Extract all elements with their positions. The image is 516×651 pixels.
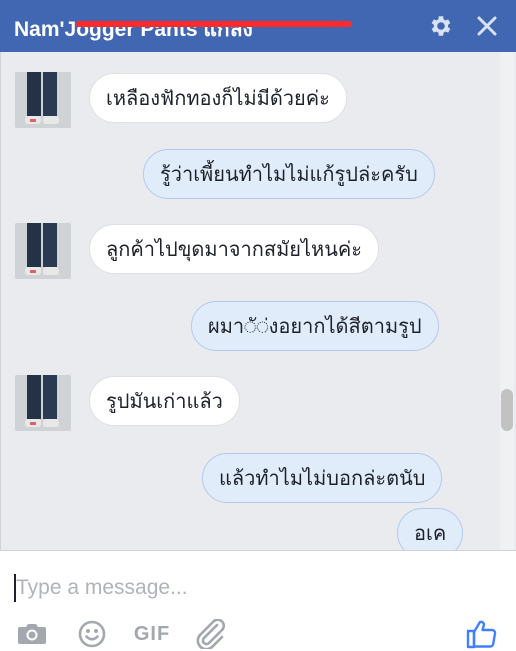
attachment-icon[interactable] [194,619,228,649]
emoji-icon[interactable] [76,619,108,649]
composer: GIF [0,550,516,651]
message-input[interactable] [16,571,456,605]
chat-title[interactable]: Nam'Jogger Pants แกลง [14,13,253,46]
message-bubble-outgoing: แล้วทำไมไม่บอกล่ะตนับ [202,453,443,503]
avatar[interactable] [15,72,71,128]
camera-icon[interactable] [16,619,48,649]
message-bubble-outgoing: รู้ว่าเพี้ยนทำไมไม่แก้รูปล่ะครับ [143,149,435,199]
like-icon[interactable] [464,619,498,649]
chat-header: Nam'Jogger Pants แกลง [0,0,516,52]
message-bubble-incoming: รูปมันเก่าแล้ว [89,376,240,426]
message-bubble-incoming: ลูกค้าไปขุดมาจากสมัยไหนค่ะ [89,224,380,274]
scrollbar[interactable] [500,52,514,550]
close-icon[interactable] [472,10,502,42]
gif-label: GIF [133,622,171,645]
redaction-line [76,21,352,27]
message-bubble-incoming: เหลืองฟักทองก็ไม่มีด้วยค่ะ [89,73,347,123]
gif-button[interactable]: GIF [134,619,170,649]
message-list[interactable]: เหลืองฟักทองก็ไม่มีด้วยค่ะ รู้ว่าเพี้ยนท… [0,52,516,550]
gear-icon[interactable] [424,10,456,42]
message-bubble-outgoing: ผมา◌ั◌่งอยากได้สีตามรูป [191,301,439,351]
avatar[interactable] [15,223,71,279]
message-bubble-outgoing: อเค [397,508,464,550]
scrollbar-thumb[interactable] [501,389,513,431]
avatar[interactable] [15,375,71,431]
